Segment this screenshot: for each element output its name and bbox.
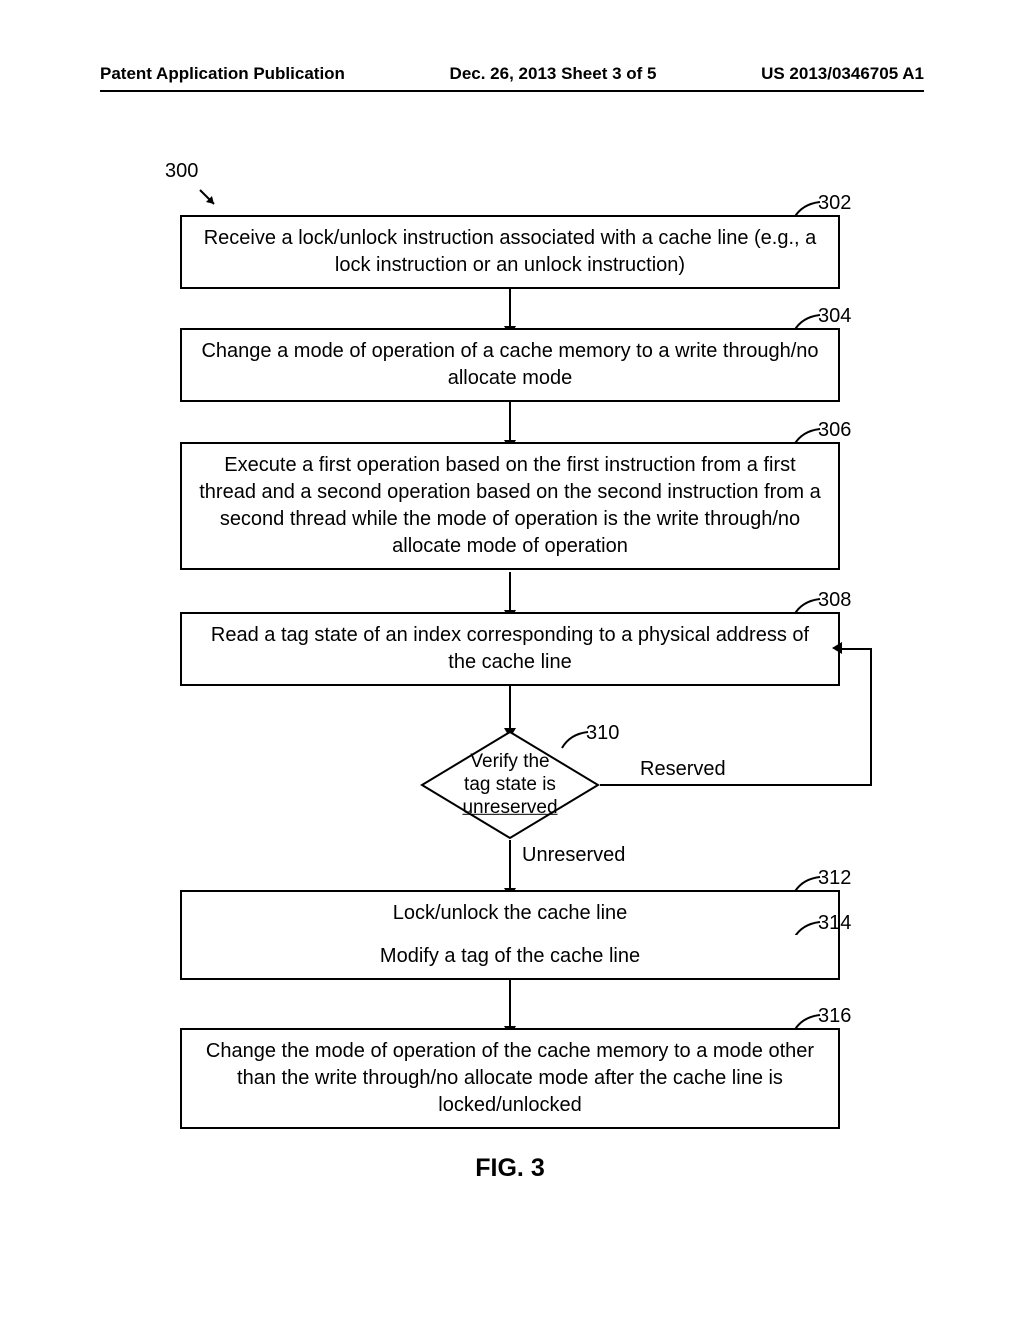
branch-unreserved: Unreserved [522,844,625,867]
connector [509,402,511,442]
ref-300: 300 [165,160,198,183]
header-left: Patent Application Publication [100,64,345,84]
connector [509,686,511,730]
ref-314: 314 [818,912,851,935]
figure-caption: FIG. 3 [160,1154,860,1183]
connector [509,288,511,328]
decision-line2: tag state is [464,774,556,795]
connector [509,840,511,890]
loop-connector [840,648,872,650]
step-314: Modify a tag of the cache line [180,935,840,980]
ref-312: 312 [818,867,851,890]
loop-connector [870,648,872,786]
ref-302: 302 [818,192,851,215]
decision-line3: unreserved [462,796,557,817]
loop-connector [600,784,872,786]
arrow-icon [198,188,218,208]
header-rule [100,90,924,92]
decision-line1: Verify the [470,751,549,772]
step-302: Receive a lock/unlock instruction associ… [180,215,840,289]
decision-text: Verify the tag state is unreserved [440,751,580,819]
header-center: Dec. 26, 2013 Sheet 3 of 5 [450,64,657,84]
step-312: Lock/unlock the cache line [180,890,840,937]
header-right: US 2013/0346705 A1 [761,64,924,84]
step-304: Change a mode of operation of a cache me… [180,328,840,402]
ref-304: 304 [818,305,851,328]
decision-310: Verify the tag state is unreserved [420,730,600,840]
ref-316: 316 [818,1005,851,1028]
connector [509,572,511,612]
connector [509,978,511,1028]
step-308: Read a tag state of an index correspondi… [180,612,840,686]
arrow-left-icon [832,642,842,654]
step-306: Execute a first operation based on the f… [180,442,840,570]
branch-reserved: Reserved [640,758,726,781]
ref-306: 306 [818,419,851,442]
step-316: Change the mode of operation of the cach… [180,1028,840,1129]
ref-308: 308 [818,589,851,612]
page-header: Patent Application Publication Dec. 26, … [0,64,1024,84]
